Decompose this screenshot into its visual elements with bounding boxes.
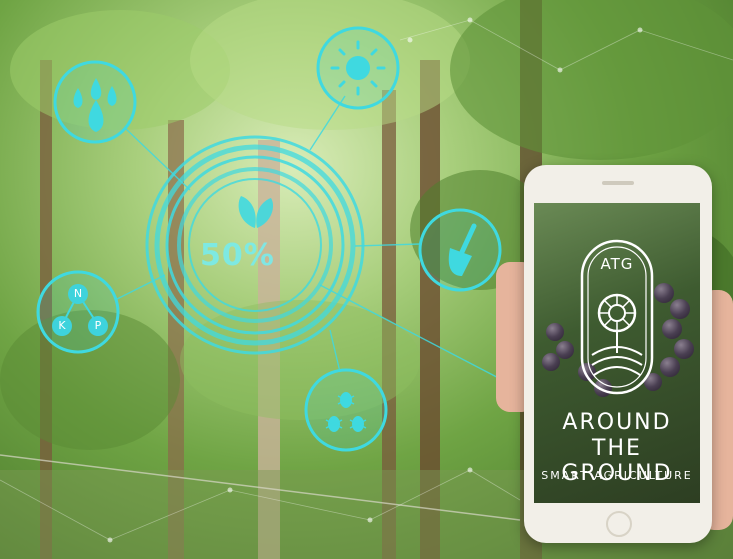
brand-title-line1: AROUND <box>562 410 672 435</box>
smartphone: ATG AROUND THE GROUND SMART AGRICULTURE <box>524 165 712 543</box>
logo-letters: ATG <box>600 255 634 273</box>
nutrient-n-badge: N <box>68 284 88 304</box>
water-drops-icon <box>53 60 137 144</box>
phone-home-button <box>606 511 632 537</box>
brand-subtitle: SMART AGRICULTURE <box>541 469 693 482</box>
gauge-percentage: 50% <box>200 238 275 273</box>
sun-icon <box>316 26 400 110</box>
smart-agriculture-scene: 50% N K P ATG AROUND THE GROUND SMART AG… <box>0 0 733 559</box>
phone-speaker <box>602 181 634 185</box>
shovel-icon <box>418 208 502 292</box>
phone-screen: ATG AROUND THE GROUND SMART AGRICULTURE <box>534 203 700 503</box>
nutrient-k-badge: K <box>52 316 72 336</box>
bug-icon <box>304 368 388 452</box>
nutrient-p-badge: P <box>88 316 108 336</box>
